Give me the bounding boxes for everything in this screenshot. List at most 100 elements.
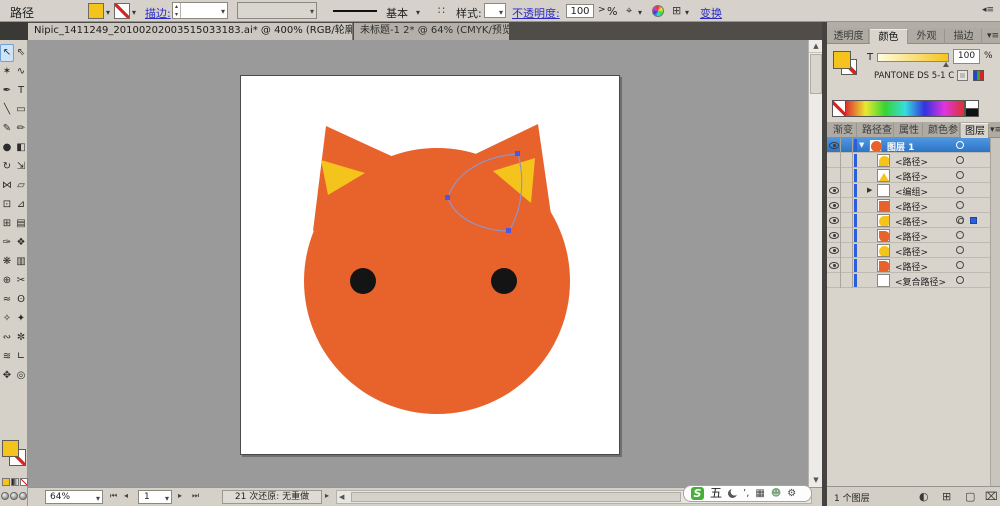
rotate-tool-icon[interactable]: ↻ <box>0 158 14 176</box>
arrange-documents-dropdown-icon[interactable]: ▾ <box>685 8 689 17</box>
panel-menu-icon[interactable]: ▾≡ <box>990 125 1000 135</box>
target-circle-icon[interactable] <box>956 276 964 284</box>
width-profile-dropdown[interactable]: ▾ <box>237 2 317 19</box>
lock-cell[interactable] <box>841 168 853 183</box>
visibility-cell[interactable] <box>827 258 841 273</box>
zoom-dropdown-icon[interactable]: ▾ <box>96 493 100 505</box>
stroke-dropdown-icon[interactable]: ▾ <box>132 8 136 17</box>
layer-thumbnail[interactable] <box>877 274 890 287</box>
toolbox-fill-swatch[interactable] <box>2 440 19 457</box>
stroke-panel-link[interactable]: 描边: <box>145 5 171 21</box>
lock-cell[interactable] <box>841 228 853 243</box>
layer-name[interactable]: <路径> <box>895 230 928 243</box>
lasso-tool-icon[interactable]: ∿ <box>14 63 28 81</box>
dock-collapse-icon[interactable]: ◂≡ <box>982 5 994 15</box>
tab-layers[interactable]: 图层 <box>961 123 989 138</box>
layer-row[interactable]: <路径> <box>827 153 1000 168</box>
layer-thumbnail[interactable] <box>877 199 890 212</box>
slice-tool-icon[interactable]: ✂ <box>14 272 28 290</box>
visibility-cell[interactable] <box>827 228 841 243</box>
eye-icon[interactable] <box>829 232 839 239</box>
delete-layer-icon[interactable]: ⌧ <box>985 490 998 503</box>
scroll-down-icon[interactable]: ▼ <box>809 474 822 487</box>
paintbrush-tool-icon[interactable]: ✎ <box>0 120 14 138</box>
rectangle-tool-icon[interactable]: ▭ <box>14 101 28 119</box>
eraser-tool-icon[interactable]: ◧ <box>14 139 28 157</box>
anchor-point[interactable] <box>506 228 511 233</box>
hand-tool-icon[interactable]: ✥ <box>0 367 14 385</box>
bloat-tool-icon[interactable]: ✦ <box>14 310 28 328</box>
gamut-warning-icon[interactable] <box>957 70 968 81</box>
wrench-icon[interactable]: ⚙ <box>787 486 796 501</box>
layer-row[interactable]: <路径> <box>827 213 1000 228</box>
layer-row[interactable]: ▼ 图层 1 <box>827 138 1000 153</box>
collapsed-triangle-icon[interactable]: ▶ <box>867 186 872 194</box>
fill-color-swatch[interactable] <box>88 3 104 19</box>
pucker-tool-icon[interactable]: ✧ <box>0 310 14 328</box>
blob-brush-tool-icon[interactable]: ● <box>0 139 14 157</box>
shape-builder-tool-icon[interactable]: ⊡ <box>0 196 14 214</box>
vertical-scroll-thumb[interactable] <box>810 54 822 94</box>
eye-icon[interactable] <box>829 187 839 194</box>
color-spectrum-bar[interactable] <box>846 100 965 117</box>
tab-transparency[interactable]: 透明度 <box>829 29 869 44</box>
selection-tool-icon[interactable]: ↖ <box>0 44 14 62</box>
scroll-up-icon[interactable]: ▲ <box>809 40 822 53</box>
zoom-level-dropdown[interactable]: 64% ▾ <box>45 490 103 504</box>
tab-pathfinder[interactable]: 路径查 <box>858 123 894 138</box>
layer-thumbnail[interactable] <box>877 184 890 197</box>
color-mode-button[interactable] <box>2 478 10 486</box>
layer-thumbnail[interactable] <box>869 139 882 152</box>
new-layer-icon[interactable]: ▢ <box>965 490 975 503</box>
eye-icon[interactable] <box>829 142 839 149</box>
new-sublayer-icon[interactable]: ⊞ <box>942 490 951 503</box>
document-tab-inactive[interactable]: 未标题-1 2* @ 64% (CMYK/预览) × <box>354 23 509 40</box>
tab-gradient[interactable]: 渐变 <box>829 123 857 138</box>
tint-value-input[interactable]: 100 <box>953 49 980 64</box>
mesh-tool-icon[interactable]: ⊞ <box>0 215 14 233</box>
punctuation-icon[interactable]: ’, <box>743 486 749 501</box>
target-circle-icon[interactable] <box>956 231 964 239</box>
artboard[interactable] <box>240 75 620 455</box>
brush-options-icon[interactable]: ∷ <box>438 4 445 17</box>
tint-slider-handle[interactable] <box>943 62 949 67</box>
perspective-grid-tool-icon[interactable]: ⊿ <box>14 196 28 214</box>
lock-cell[interactable] <box>841 138 853 153</box>
tint-slider[interactable] <box>877 53 949 62</box>
visibility-cell[interactable] <box>827 243 841 258</box>
layer-thumbnail[interactable] <box>877 154 890 167</box>
tab-appearance[interactable]: 外观 <box>909 29 945 44</box>
width-tool-icon[interactable]: ⋈ <box>0 177 14 195</box>
keyboard-icon[interactable]: ▦ <box>755 486 764 501</box>
visibility-cell[interactable] <box>827 198 841 213</box>
vertical-scrollbar[interactable]: ▲ ▼ <box>808 40 822 487</box>
layer-thumbnail[interactable] <box>877 244 890 257</box>
twirl-tool-icon[interactable]: ʘ <box>14 291 28 309</box>
select-similar-icon[interactable]: ⌖ <box>626 4 632 18</box>
tab-stroke[interactable]: 描边 <box>946 29 982 44</box>
layer-name[interactable]: <路径> <box>895 170 928 183</box>
lock-cell[interactable] <box>841 213 853 228</box>
warp-tool-icon[interactable]: ≈ <box>0 291 14 309</box>
stroke-weight-stepper[interactable]: ▴▾ <box>173 3 181 18</box>
wrinkle-tool-icon[interactable]: ≋ <box>0 348 14 366</box>
tab-color-guide[interactable]: 颜色参 <box>924 123 960 138</box>
eye-icon[interactable] <box>829 202 839 209</box>
ime-mode-wubi[interactable]: 五 <box>710 486 722 501</box>
eye-icon[interactable] <box>829 262 839 269</box>
scale-tool-icon[interactable]: ⇲ <box>14 158 28 176</box>
layer-name[interactable]: <路径> <box>895 155 928 168</box>
none-mode-button[interactable] <box>20 478 28 486</box>
layer-row[interactable]: <复合路径> <box>827 273 1000 288</box>
magic-wand-tool-icon[interactable]: ✶ <box>0 63 14 81</box>
artboard-number-dropdown[interactable]: 1 ▾ <box>138 490 172 504</box>
visibility-cell[interactable] <box>827 273 841 288</box>
stroke-weight-dropdown-icon[interactable]: ▾ <box>221 7 225 16</box>
recolor-artwork-icon[interactable] <box>652 5 664 17</box>
gradient-tool-icon[interactable]: ▤ <box>14 215 28 233</box>
target-circle-icon[interactable] <box>956 216 964 224</box>
horizontal-scroll-thumb[interactable] <box>351 492 681 502</box>
draw-normal-mode-button[interactable] <box>1 492 9 500</box>
scroll-left-icon[interactable]: ◀ <box>339 493 344 501</box>
lock-cell[interactable] <box>841 153 853 168</box>
